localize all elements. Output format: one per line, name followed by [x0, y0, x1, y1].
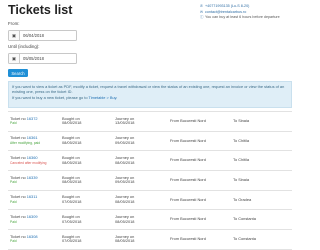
bought-date: 07/05/2018 — [62, 218, 82, 224]
ticket-status: Paid — [10, 200, 17, 205]
from-station: From Bucuresti Nord — [168, 130, 231, 151]
journey-cell: Journey on 09/05/2018 — [113, 170, 168, 191]
page-title: Tickets list — [8, 3, 73, 17]
from-date-field[interactable]: ▣ 06/04/2018 — [8, 30, 77, 41]
ticket-row: Ticket no 16339 Paid Bought on 08/05/2018 Jo… — [8, 170, 292, 191]
ticket-status: Paid — [10, 180, 17, 185]
journey-date: 08/05/2018 — [115, 238, 135, 244]
from-label: From: — [8, 21, 20, 26]
timetable-buy-link[interactable]: Timetable > Buy — [89, 95, 117, 100]
journey-date: 13/05/2018 — [115, 120, 135, 126]
bought-cell: Bought on 08/05/2018 — [60, 111, 113, 132]
ticket-link[interactable]: 16309 — [27, 214, 38, 219]
ticket-label: Ticket no — [10, 194, 27, 200]
ticket-status: Paid — [10, 121, 17, 126]
bought-cell: Bought on 08/05/2018 — [60, 150, 113, 171]
bought-date: 08/05/2018 — [62, 179, 82, 185]
ticket-id-cell: Ticket no 16360 Canceled after modifying — [8, 150, 60, 171]
ticket-label: Ticket no — [10, 115, 27, 121]
journey-cell: Journey on 08/05/2018 — [113, 189, 168, 210]
until-label: Until (including): — [8, 44, 40, 49]
until-date-value[interactable]: 05/05/2018 — [20, 56, 44, 61]
bought-cell: Bought on 07/05/2018 — [60, 189, 113, 210]
journey-date: 08/05/2018 — [115, 218, 135, 224]
journey-cell: Journey on 08/05/2018 — [113, 229, 168, 250]
info-line-1: If you want to view a ticket as PDF, mod… — [12, 83, 285, 95]
from-station: From Bucuresti Nord — [168, 111, 231, 132]
ticket-link[interactable]: 16372 — [27, 116, 38, 121]
bought-cell: Bought on 07/05/2018 — [60, 209, 113, 230]
ticket-status: Canceled after modifying — [10, 160, 47, 165]
ticket-id-cell: Ticket no 16339 Paid — [8, 170, 60, 191]
from-station: From Bucuresti Nord — [168, 150, 231, 171]
journey-cell: Journey on 13/05/2018 — [113, 111, 168, 132]
ticket-link[interactable]: 16360 — [27, 155, 38, 160]
journey-cell: Journey on 09/05/2018 — [113, 130, 168, 151]
bought-date: 08/05/2018 — [62, 159, 82, 165]
journey-cell: Journey on 08/05/2018 — [113, 150, 168, 171]
ticket-id-cell: Ticket no 16361 After modifying, paid — [8, 130, 60, 151]
ticket-link[interactable]: 16311 — [27, 194, 38, 200]
ticket-row: Ticket no 16361 After modifying, paid Boug… — [8, 130, 292, 151]
from-date-value[interactable]: 06/04/2018 — [20, 33, 44, 38]
to-station: To Oradea — [231, 189, 292, 210]
ticket-link[interactable]: 16308 — [27, 234, 38, 239]
ticket-label: Ticket no — [10, 135, 27, 141]
info-alert: If you want to view a ticket as PDF, mod… — [8, 81, 292, 108]
to-station: To Constanta — [231, 229, 292, 250]
to-station: To Chitila — [231, 130, 292, 151]
from-station: From Bucuresti Nord — [168, 189, 231, 210]
bought-date: 08/05/2018 — [62, 120, 82, 126]
ticket-id-cell: Ticket no 16308 Paid — [8, 229, 60, 250]
ticket-id-cell: Ticket no 16311 Paid — [8, 189, 60, 210]
ticket-link[interactable]: 16361 — [27, 135, 38, 140]
journey-date: 09/05/2018 — [115, 140, 135, 146]
info-line-2-end: . — [116, 94, 118, 100]
ticket-row: Ticket no 16308 Paid Bought on 07/05/2018 Jo… — [8, 229, 292, 250]
journey-date: 09/05/2018 — [115, 179, 135, 185]
info-line-2: If you want to buy a new ticket, please … — [12, 95, 288, 101]
contact-note: You can buy at least 6 hours before depa… — [205, 15, 280, 19]
ticket-status: Paid — [10, 219, 17, 224]
search-button[interactable]: Search — [8, 69, 28, 77]
ticket-row: Ticket no 16360 Canceled after modifying B… — [8, 150, 292, 171]
calendar-icon[interactable]: ▣ — [9, 31, 20, 40]
ticket-id-cell: Ticket no 16309 Paid — [8, 209, 60, 230]
bought-cell: Bought on 07/05/2018 — [60, 229, 113, 250]
from-station: From Bucuresti Nord — [168, 229, 231, 250]
ticket-label: Ticket no — [10, 174, 27, 180]
to-station: To Constanta — [231, 209, 292, 230]
to-station: To Sinaia — [231, 170, 292, 191]
tickets-table: Ticket no 16372 Paid Bought on 08/05/2018 Jo… — [8, 111, 292, 250]
from-station: From Bucuresti Nord — [168, 170, 231, 191]
ticket-status: Paid — [10, 239, 17, 244]
ticket-label: Ticket no — [10, 233, 27, 239]
bought-cell: Bought on 08/05/2018 — [60, 130, 113, 151]
journey-date: 08/05/2018 — [115, 159, 135, 165]
calendar-icon[interactable]: ▣ — [9, 54, 20, 63]
journey-cell: Journey on 08/05/2018 — [113, 209, 168, 230]
ticket-row: Ticket no 16309 Paid Bought on 07/05/2018 Jo… — [8, 209, 292, 230]
bought-date: 07/05/2018 — [62, 238, 82, 244]
from-station: From Bucuresti Nord — [168, 209, 231, 230]
ticket-row: Ticket no 16311 Paid Bought on 07/05/2018 Jo… — [8, 189, 292, 210]
until-date-field[interactable]: ▣ 05/05/2018 — [8, 53, 77, 64]
ticket-row: Ticket no 16372 Paid Bought on 08/05/2018 Jo… — [8, 111, 292, 132]
info-line-2-text: If you want to buy a new ticket, please … — [12, 94, 89, 100]
ticket-status: After modifying, paid — [10, 141, 41, 146]
ticket-label: Ticket no — [10, 155, 27, 161]
bought-date: 08/05/2018 — [62, 140, 82, 146]
to-station: To Sinaia — [231, 111, 292, 132]
ticket-link[interactable]: 16339 — [27, 175, 38, 180]
bought-date: 07/05/2018 — [62, 199, 82, 205]
bought-cell: Bought on 08/05/2018 — [60, 170, 113, 191]
journey-date: 08/05/2018 — [115, 199, 135, 205]
ticket-id-cell: Ticket no 16372 Paid — [8, 111, 60, 132]
to-station: To Chitila — [231, 150, 292, 171]
ticket-label: Ticket no — [10, 214, 27, 220]
contact-info: ✆ +40771993135 (Lu-S 8-20) ✉ contact@trent… — [200, 4, 280, 21]
